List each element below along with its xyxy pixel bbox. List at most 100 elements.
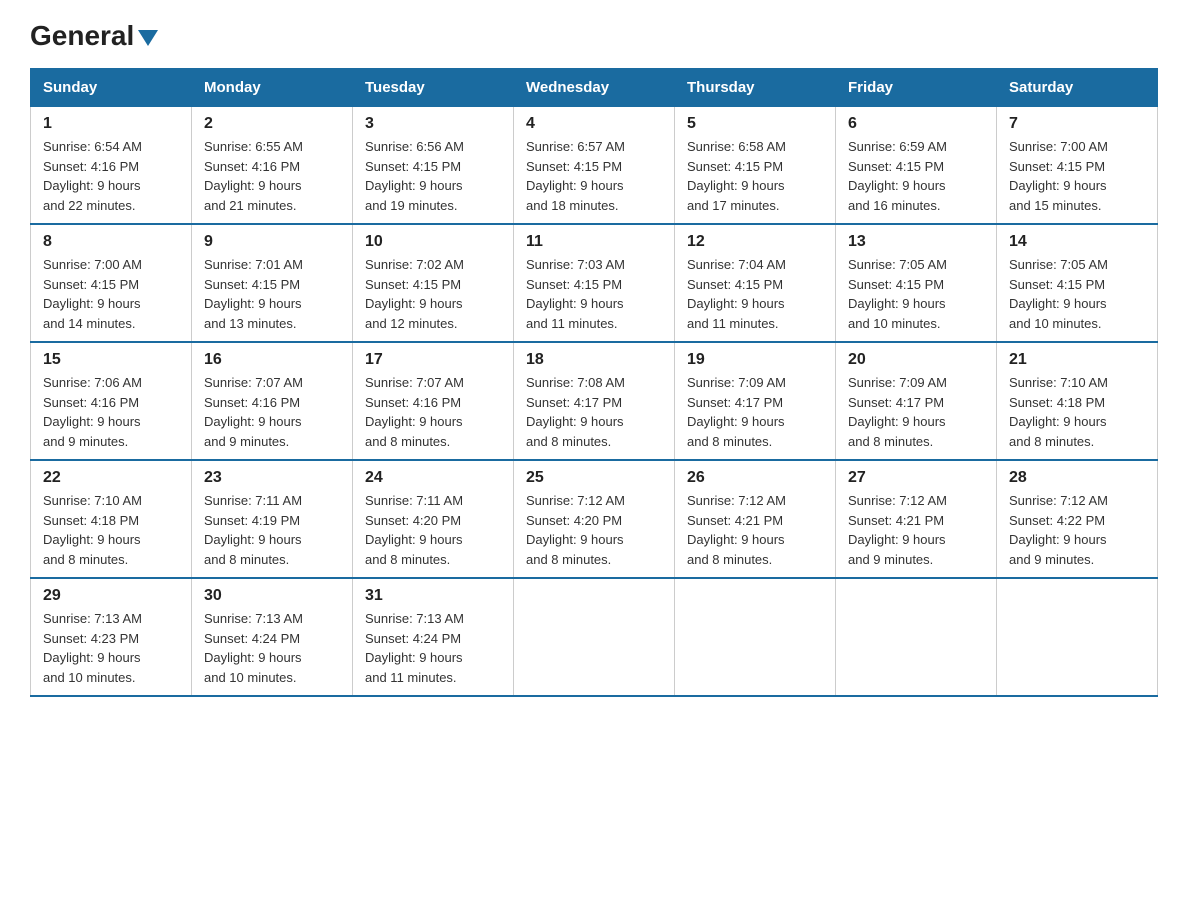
- calendar-cell: 23 Sunrise: 7:11 AMSunset: 4:19 PMDaylig…: [192, 460, 353, 578]
- day-info: Sunrise: 7:09 AMSunset: 4:17 PMDaylight:…: [848, 373, 984, 451]
- sunrise-text: Sunrise: 7:12 AM: [1009, 493, 1108, 508]
- calendar-cell: 7 Sunrise: 7:00 AMSunset: 4:15 PMDayligh…: [997, 107, 1158, 225]
- day-info: Sunrise: 7:10 AMSunset: 4:18 PMDaylight:…: [43, 491, 179, 569]
- calendar-cell: 19 Sunrise: 7:09 AMSunset: 4:17 PMDaylig…: [675, 342, 836, 460]
- day-number: 5: [687, 115, 823, 133]
- sunset-text: Sunset: 4:18 PM: [43, 513, 139, 528]
- calendar-cell: 22 Sunrise: 7:10 AMSunset: 4:18 PMDaylig…: [31, 460, 192, 578]
- sunrise-text: Sunrise: 7:08 AM: [526, 375, 625, 390]
- daylight-minutes-text: and 22 minutes.: [43, 198, 136, 213]
- daylight-minutes-text: and 11 minutes.: [365, 670, 457, 685]
- calendar-cell: 1 Sunrise: 6:54 AMSunset: 4:16 PMDayligh…: [31, 107, 192, 225]
- sunset-text: Sunset: 4:16 PM: [204, 395, 300, 410]
- day-info: Sunrise: 7:11 AMSunset: 4:20 PMDaylight:…: [365, 491, 501, 569]
- daylight-minutes-text: and 17 minutes.: [687, 198, 780, 213]
- day-number: 11: [526, 233, 662, 251]
- day-info: Sunrise: 7:07 AMSunset: 4:16 PMDaylight:…: [204, 373, 340, 451]
- sunrise-text: Sunrise: 7:00 AM: [43, 257, 142, 272]
- sunrise-text: Sunrise: 7:11 AM: [204, 493, 302, 508]
- daylight-text: Daylight: 9 hours: [204, 296, 302, 311]
- daylight-minutes-text: and 8 minutes.: [526, 434, 611, 449]
- daylight-text: Daylight: 9 hours: [687, 414, 785, 429]
- sunrise-text: Sunrise: 6:57 AM: [526, 139, 625, 154]
- day-info: Sunrise: 6:54 AMSunset: 4:16 PMDaylight:…: [43, 137, 179, 215]
- daylight-text: Daylight: 9 hours: [365, 414, 463, 429]
- day-info: Sunrise: 7:06 AMSunset: 4:16 PMDaylight:…: [43, 373, 179, 451]
- daylight-text: Daylight: 9 hours: [687, 296, 785, 311]
- day-info: Sunrise: 7:13 AMSunset: 4:24 PMDaylight:…: [365, 609, 501, 687]
- calendar-cell: [675, 578, 836, 696]
- calendar-cell: 9 Sunrise: 7:01 AMSunset: 4:15 PMDayligh…: [192, 224, 353, 342]
- sunrise-text: Sunrise: 7:12 AM: [687, 493, 786, 508]
- calendar-cell: 17 Sunrise: 7:07 AMSunset: 4:16 PMDaylig…: [353, 342, 514, 460]
- sunset-text: Sunset: 4:17 PM: [687, 395, 783, 410]
- calendar-table: SundayMondayTuesdayWednesdayThursdayFrid…: [30, 68, 1158, 697]
- day-header-monday: Monday: [192, 69, 353, 107]
- daylight-text: Daylight: 9 hours: [526, 296, 624, 311]
- daylight-text: Daylight: 9 hours: [43, 650, 141, 665]
- sunrise-text: Sunrise: 7:12 AM: [848, 493, 947, 508]
- sunrise-text: Sunrise: 7:04 AM: [687, 257, 786, 272]
- daylight-minutes-text: and 9 minutes.: [43, 434, 128, 449]
- day-number: 7: [1009, 115, 1145, 133]
- sunset-text: Sunset: 4:16 PM: [365, 395, 461, 410]
- sunset-text: Sunset: 4:19 PM: [204, 513, 300, 528]
- day-info: Sunrise: 7:04 AM Sunset: 4:15 PM Daylight:…: [687, 255, 823, 333]
- daylight-minutes-text: and 8 minutes.: [526, 552, 611, 567]
- calendar-week-row: 22 Sunrise: 7:10 AMSunset: 4:18 PMDaylig…: [31, 460, 1158, 578]
- sunrise-text: Sunrise: 7:05 AM: [1009, 257, 1108, 272]
- day-header-tuesday: Tuesday: [353, 69, 514, 107]
- day-number: 19: [687, 351, 823, 369]
- daylight-text: Daylight: 9 hours: [1009, 296, 1107, 311]
- calendar-cell: [997, 578, 1158, 696]
- calendar-cell: 8 Sunrise: 7:00 AMSunset: 4:15 PMDayligh…: [31, 224, 192, 342]
- calendar-cell: 2 Sunrise: 6:55 AMSunset: 4:16 PMDayligh…: [192, 107, 353, 225]
- daylight-text: Daylight: 9 hours: [687, 178, 785, 193]
- sunrise-text: Sunrise: 6:55 AM: [204, 139, 303, 154]
- daylight-minutes-text: and 11 minutes.: [526, 316, 618, 331]
- daylight-text: Daylight: 9 hours: [848, 532, 946, 547]
- calendar-cell: 4 Sunrise: 6:57 AMSunset: 4:15 PMDayligh…: [514, 107, 675, 225]
- calendar-cell: 3 Sunrise: 6:56 AMSunset: 4:15 PMDayligh…: [353, 107, 514, 225]
- sunrise-text: Sunrise: 7:01 AM: [204, 257, 303, 272]
- sunset-text: Sunset: 4:16 PM: [43, 395, 139, 410]
- day-number: 30: [204, 587, 340, 605]
- daylight-text: Daylight: 9 hours: [1009, 414, 1107, 429]
- calendar-week-row: 1 Sunrise: 6:54 AMSunset: 4:16 PMDayligh…: [31, 107, 1158, 225]
- sunset-text: Sunset: 4:15 PM: [1009, 277, 1105, 292]
- calendar-cell: 24 Sunrise: 7:11 AMSunset: 4:20 PMDaylig…: [353, 460, 514, 578]
- daylight-text: Daylight: 9 hours: [1009, 532, 1107, 547]
- day-number: 21: [1009, 351, 1145, 369]
- sunrise-text: Sunrise: 7:10 AM: [1009, 375, 1108, 390]
- sunrise-text: Sunrise: 7:12 AM: [526, 493, 625, 508]
- day-number: 31: [365, 587, 501, 605]
- calendar-cell: 27 Sunrise: 7:12 AMSunset: 4:21 PMDaylig…: [836, 460, 997, 578]
- day-number: 27: [848, 469, 984, 487]
- sunset-text: Sunset: 4:24 PM: [365, 631, 461, 646]
- daylight-minutes-text: and 8 minutes.: [365, 434, 450, 449]
- day-info: Sunrise: 7:01 AMSunset: 4:15 PMDaylight:…: [204, 255, 340, 333]
- calendar-cell: 11 Sunrise: 7:03 AMSunset: 4:15 PMDaylig…: [514, 224, 675, 342]
- daylight-text: Daylight: 9 hours: [204, 650, 302, 665]
- daylight-minutes-text: and 14 minutes.: [43, 316, 136, 331]
- day-number: 24: [365, 469, 501, 487]
- day-header-wednesday: Wednesday: [514, 69, 675, 107]
- sunrise-text: Sunrise: 7:07 AM: [204, 375, 303, 390]
- daylight-minutes-text: and 8 minutes.: [1009, 434, 1094, 449]
- sunset-text: Sunset: 4:18 PM: [1009, 395, 1105, 410]
- calendar-cell: 18 Sunrise: 7:08 AMSunset: 4:17 PMDaylig…: [514, 342, 675, 460]
- daylight-text: Daylight: 9 hours: [365, 650, 463, 665]
- daylight-text: Daylight: 9 hours: [526, 532, 624, 547]
- sunset-text: Sunset: 4:15 PM: [1009, 159, 1105, 174]
- daylight-minutes-text: and 12 minutes.: [365, 316, 458, 331]
- day-info: Sunrise: 6:58 AMSunset: 4:15 PMDaylight:…: [687, 137, 823, 215]
- sunrise-text: Sunrise: 6:56 AM: [365, 139, 464, 154]
- day-info: Sunrise: 7:13 AMSunset: 4:24 PMDaylight:…: [204, 609, 340, 687]
- sunset-text: Sunset: 4:20 PM: [526, 513, 622, 528]
- daylight-minutes-text: and 8 minutes.: [687, 552, 772, 567]
- daylight-text: Daylight: 9 hours: [1009, 178, 1107, 193]
- daylight-text: Daylight: 9 hours: [526, 178, 624, 193]
- sunset-text: Sunset: 4:15 PM: [687, 277, 783, 292]
- day-header-thursday: Thursday: [675, 69, 836, 107]
- sunset-text: Sunset: 4:23 PM: [43, 631, 139, 646]
